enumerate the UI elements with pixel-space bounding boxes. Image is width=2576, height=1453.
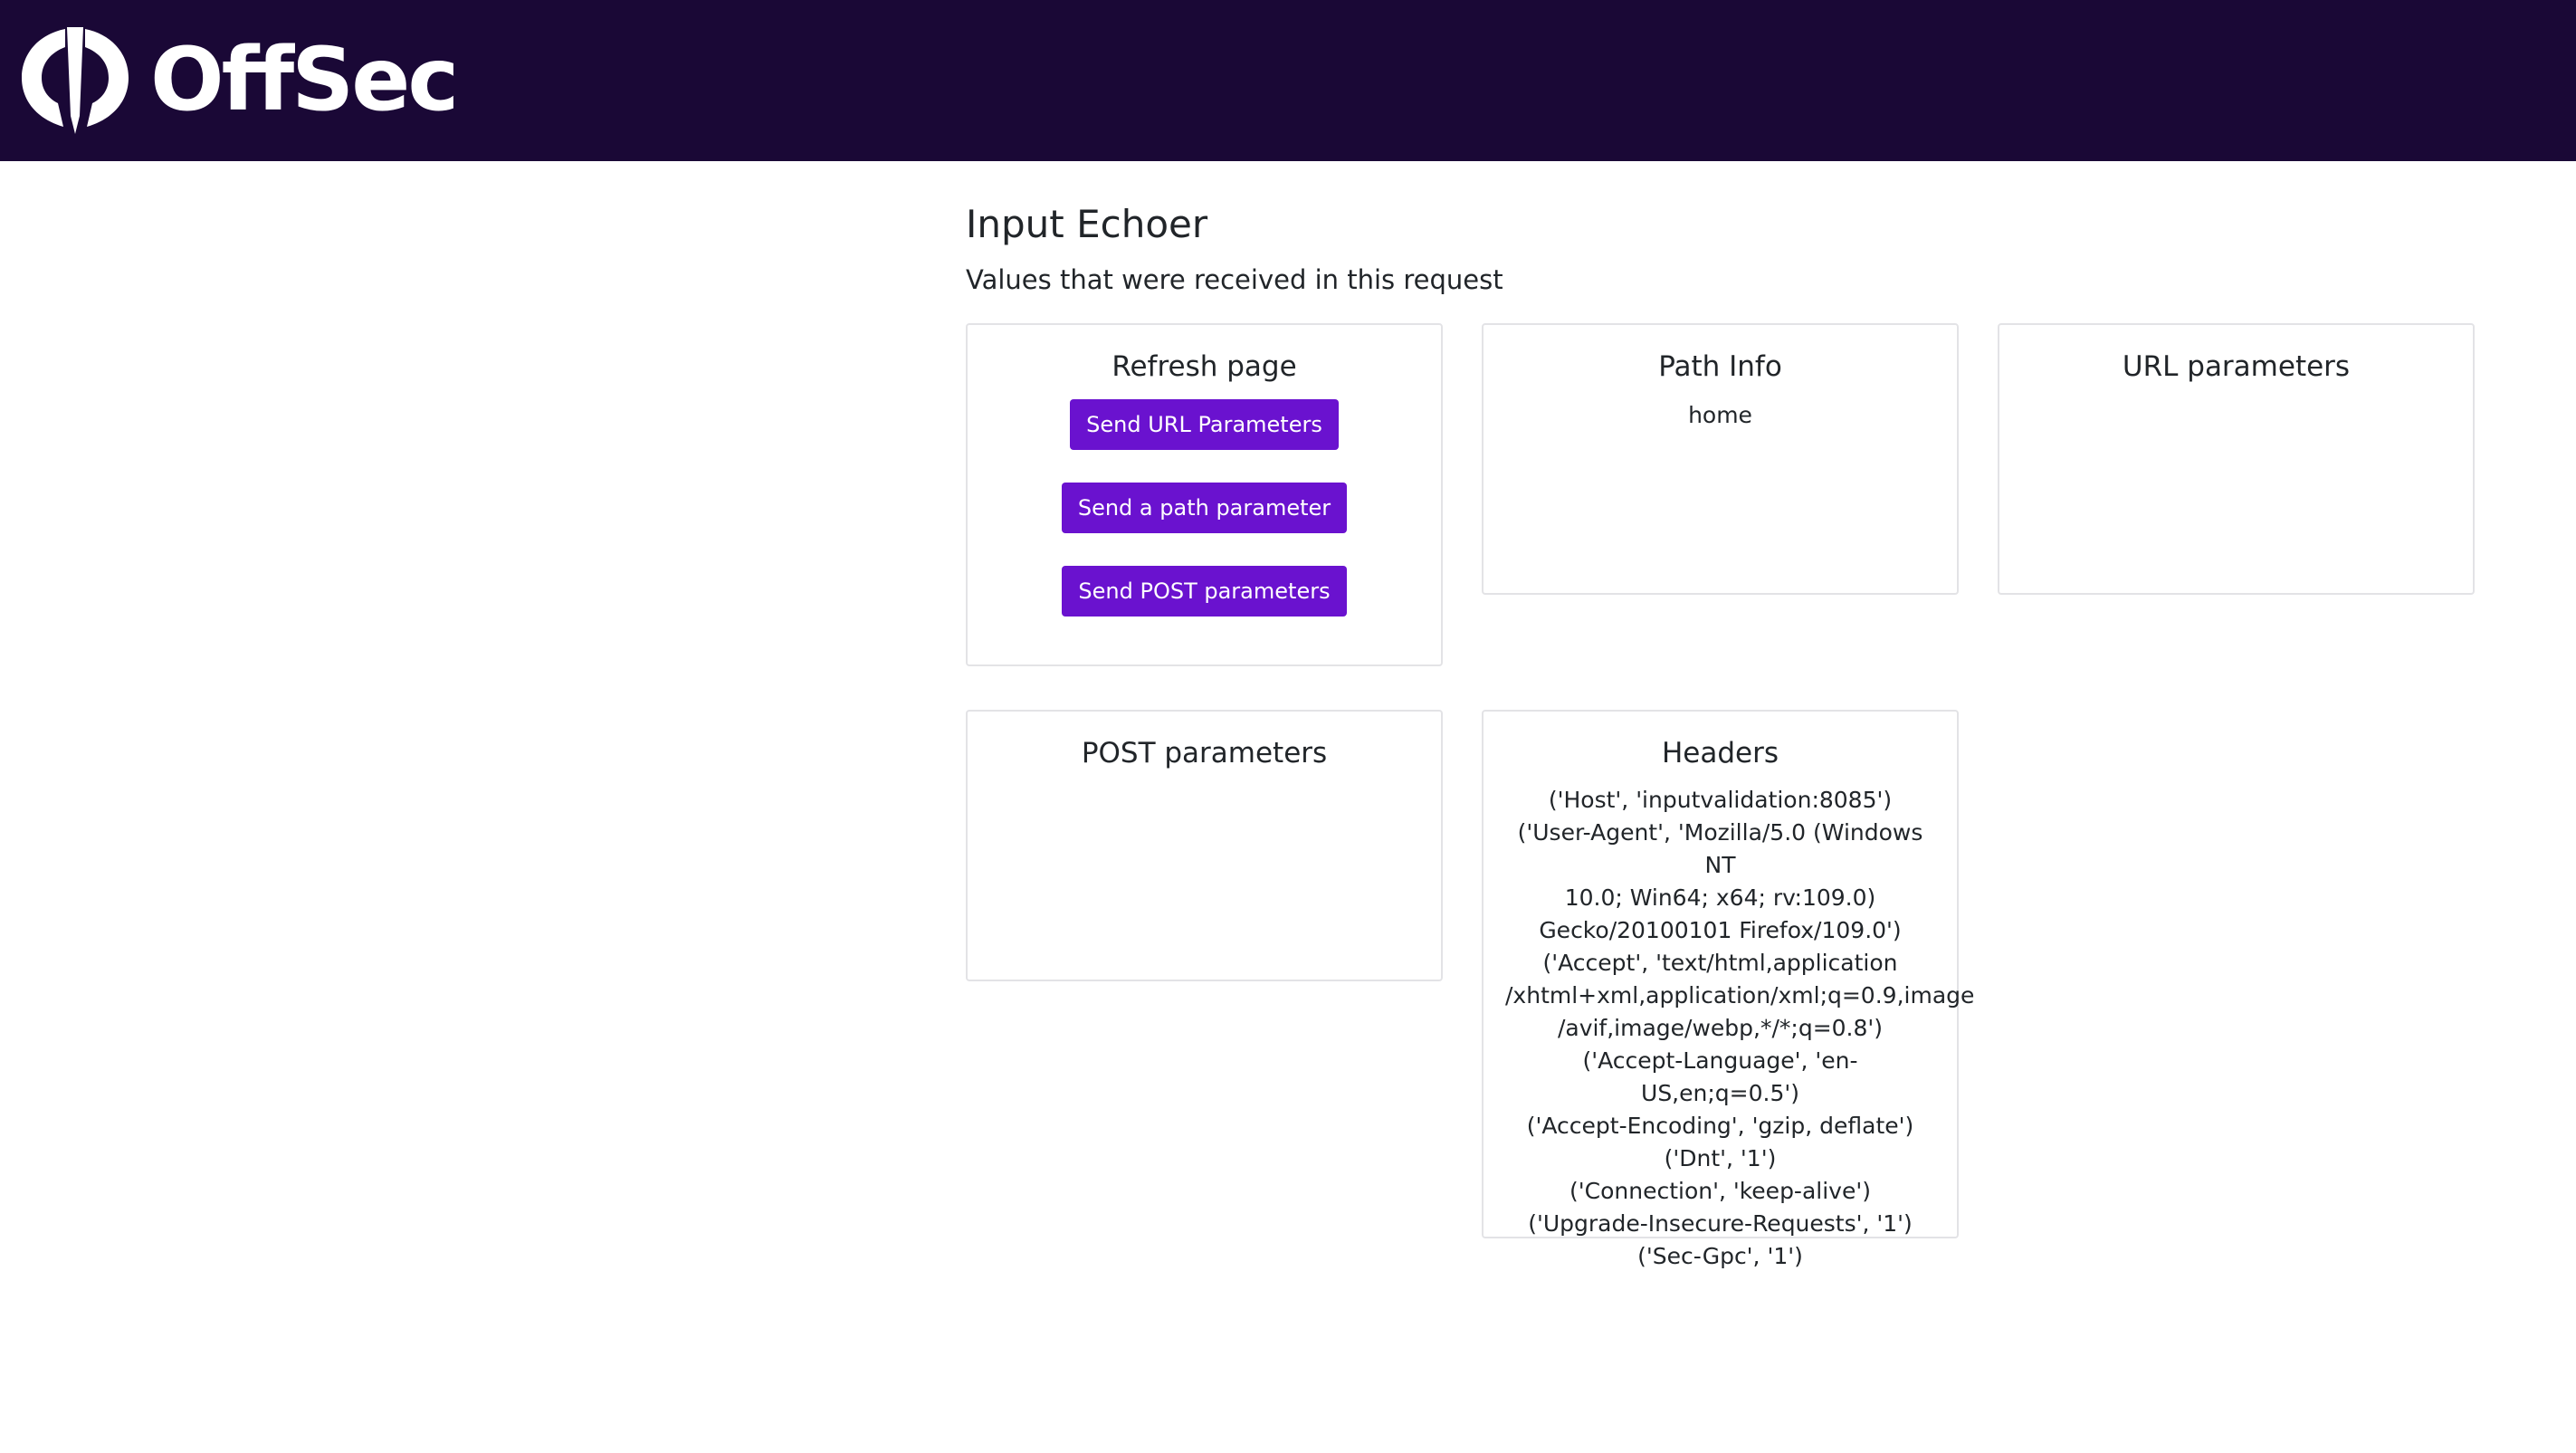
header-line: ('Connection', 'keep-alive') [1569, 1178, 1871, 1204]
header-line: Gecko/20100101 Firefox/109.0') [1539, 917, 1902, 943]
refresh-card-title: Refresh page [1111, 350, 1297, 383]
header-line: ('Accept', 'text/html,application [1542, 950, 1898, 976]
header-line: /avif,image/webp,*/*;q=0.8') [1557, 1015, 1884, 1041]
refresh-card: Refresh page Send URL Parameters Send a … [966, 323, 1443, 666]
path-info-card: Path Info home [1482, 323, 1959, 595]
header-line: ('Host', 'inputvalidation:8085') [1548, 787, 1893, 813]
header-line: ('User-Agent', 'Mozilla/5.0 (Windows NT [1517, 819, 1923, 878]
top-navbar: OffSec [0, 0, 2576, 161]
post-parameters-card: POST parameters [966, 710, 1443, 981]
offsec-logo-mark-icon [22, 27, 129, 134]
headers-list: ('Host', 'inputvalidation:8085') ('User-… [1484, 784, 1975, 1273]
header-line: ('Dnt', '1') [1664, 1145, 1777, 1171]
page-subtitle: Values that were received in this reques… [966, 264, 1503, 295]
brand-name: OffSec [150, 29, 459, 130]
path-info-value: home [1688, 402, 1752, 428]
headers-card: Headers ('Host', 'inputvalidation:8085')… [1482, 710, 1974, 1269]
headers-card-title: Headers [1661, 737, 1779, 770]
header-line: ('Upgrade-Insecure-Requests', '1') [1528, 1210, 1913, 1237]
url-parameters-card: URL parameters [1998, 323, 2475, 595]
url-parameters-card-title: URL parameters [2122, 350, 2351, 383]
header-line: 10.0; Win64; x64; rv:109.0) [1564, 884, 1876, 911]
send-url-parameters-button[interactable]: Send URL Parameters [1070, 399, 1339, 450]
page-title: Input Echoer [966, 202, 1208, 246]
offsec-logo[interactable]: OffSec [22, 25, 459, 134]
header-line: ('Accept-Language', 'en-US,en;q=0.5') [1582, 1047, 1858, 1106]
post-parameters-card-title: POST parameters [1081, 737, 1328, 770]
send-path-parameter-button[interactable]: Send a path parameter [1061, 483, 1348, 533]
send-post-parameters-button[interactable]: Send POST parameters [1062, 566, 1347, 617]
header-line: /xhtml+xml,application/xml;q=0.9,image [1505, 982, 1975, 1008]
header-line: ('Accept-Encoding', 'gzip, deflate') [1526, 1113, 1914, 1139]
header-line: ('Sec-Gpc', '1') [1637, 1243, 1803, 1269]
path-info-card-title: Path Info [1658, 350, 1782, 383]
